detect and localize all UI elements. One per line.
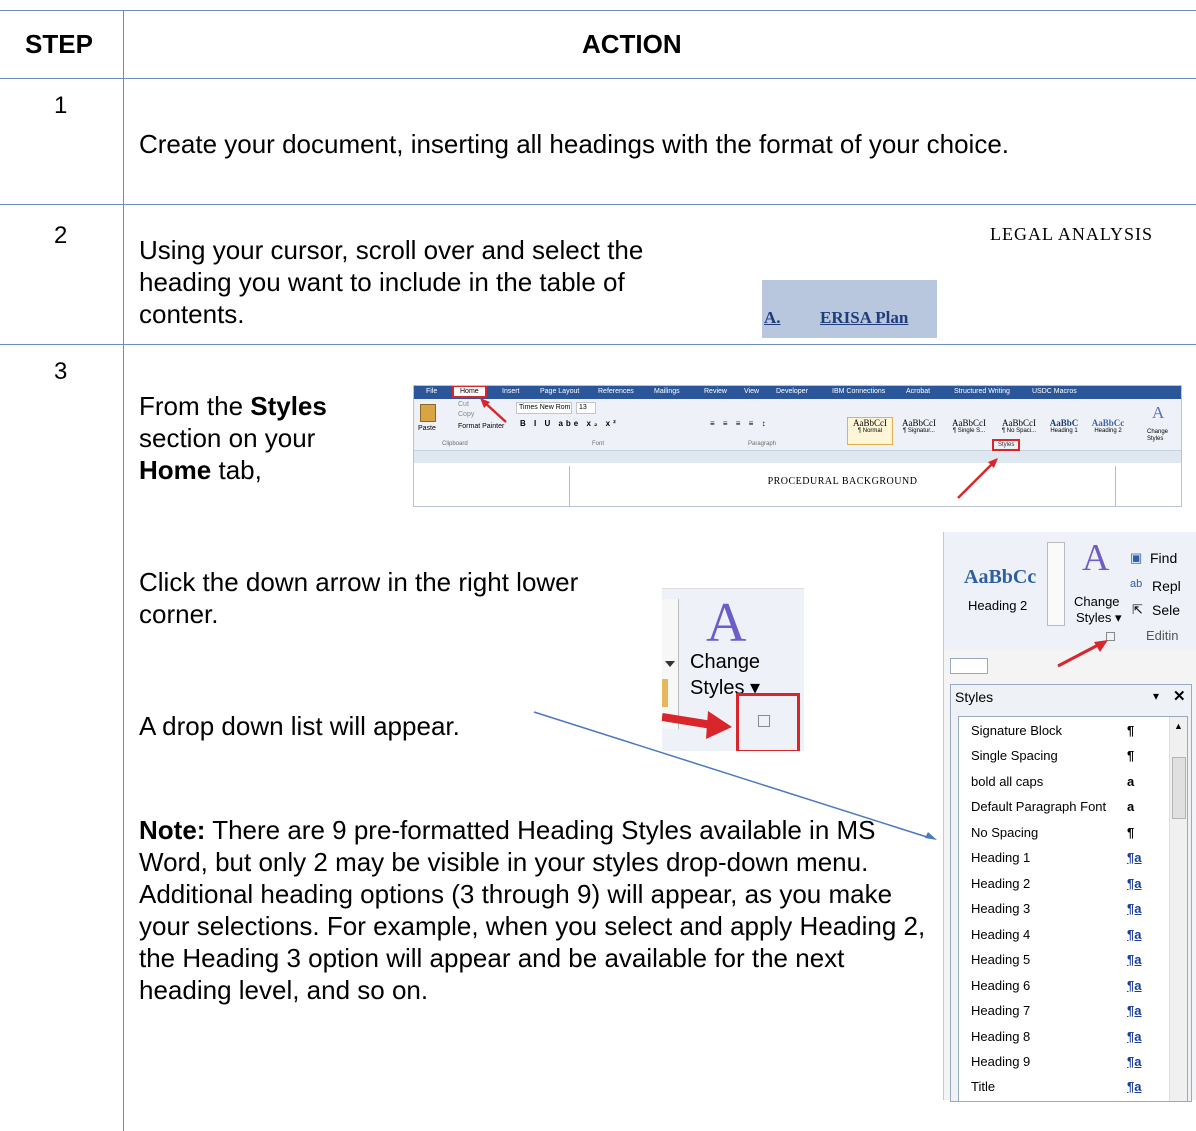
style-item[interactable]: Single Spacing (971, 748, 1058, 763)
styles-panel-close-icon[interactable]: ✕ (1173, 687, 1186, 705)
pane-red-arrow (1057, 640, 1108, 668)
pane-replace-label[interactable]: Repl (1152, 578, 1181, 594)
pane-heading2-sample[interactable]: AaBbCc (964, 566, 1036, 589)
style-item[interactable]: Heading 6 (971, 978, 1030, 993)
style-item[interactable]: Heading 8 (971, 1029, 1030, 1044)
style-item[interactable]: Default Paragraph Font (971, 799, 1106, 814)
pane-heading2-label[interactable]: Heading 2 (968, 598, 1027, 613)
style-item[interactable]: Heading 3 (971, 901, 1030, 916)
style-item[interactable]: Heading 2 (971, 876, 1030, 891)
pane-ruler-tab (950, 658, 988, 674)
linked-style-icon: ¶a (1127, 1054, 1142, 1069)
style-item[interactable]: Title (971, 1079, 995, 1094)
styles-panel-title: Styles (955, 689, 994, 705)
select-cursor-icon: ⇱ (1132, 602, 1143, 617)
linked-style-icon: ¶a (1127, 978, 1142, 993)
pane-change-styles-icon[interactable]: A (1082, 536, 1109, 580)
style-item[interactable]: Heading 4 (971, 927, 1030, 942)
linked-style-icon: ¶a (1127, 1029, 1142, 1044)
style-item[interactable]: Signature Block (971, 723, 1062, 738)
scroll-thumb[interactable] (1172, 757, 1186, 819)
pane-select-label[interactable]: Sele (1152, 602, 1180, 618)
style-item[interactable]: Heading 5 (971, 952, 1030, 967)
paragraph-mark-icon: ¶ (1127, 748, 1135, 763)
styles-panel-dropdown-icon[interactable]: ▾ (1153, 689, 1159, 703)
style-item[interactable]: Heading 1 (971, 850, 1030, 865)
styles-list-scrollbar[interactable]: ▲ (1169, 717, 1187, 1101)
pane-find-label[interactable]: Find (1150, 550, 1177, 566)
styles-list: Signature Block ¶ Single Spacing ¶ bold al… (958, 716, 1188, 1102)
pane-styles-label[interactable]: Styles ▾ (1076, 610, 1122, 626)
pane-change-label[interactable]: Change (1074, 594, 1120, 609)
linked-style-icon: ¶a (1127, 1003, 1142, 1018)
style-item[interactable]: No Spacing (971, 825, 1038, 840)
character-style-icon: a (1127, 774, 1135, 789)
pane-gallery-scroll[interactable] (1047, 542, 1065, 626)
paragraph-mark-icon: ¶ (1127, 825, 1135, 840)
linked-style-icon: ¶a (1127, 901, 1142, 916)
character-style-icon: a (1127, 799, 1135, 814)
linked-style-icon: ¶a (1127, 952, 1142, 967)
paragraph-mark-icon: ¶ (1127, 723, 1135, 738)
linked-style-icon: ¶a (1127, 876, 1142, 891)
scroll-up-arrow-icon[interactable]: ▲ (1174, 721, 1183, 731)
linked-style-icon: ¶a (1127, 850, 1142, 865)
pane-editing-label: Editin (1146, 628, 1179, 643)
style-item[interactable]: bold all caps (971, 774, 1043, 789)
linked-style-icon: ¶a (1127, 1079, 1142, 1094)
binoculars-icon: ▣ (1130, 550, 1143, 565)
style-item[interactable]: Heading 9 (971, 1054, 1030, 1069)
replace-icon: ab (1130, 578, 1143, 590)
style-item[interactable]: Heading 7 (971, 1003, 1030, 1018)
linked-style-icon: ¶a (1127, 927, 1142, 942)
